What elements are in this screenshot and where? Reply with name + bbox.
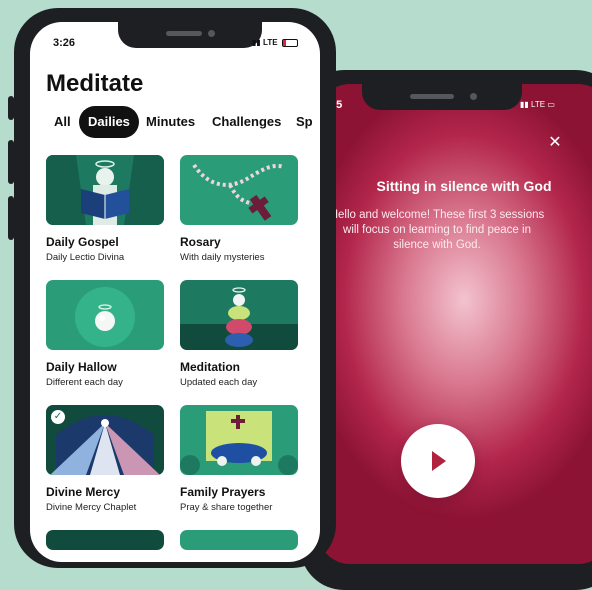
card-title: Divine Mercy xyxy=(46,485,121,499)
mute-switch xyxy=(8,96,14,120)
card-subtitle: Pray & share together xyxy=(180,502,273,513)
signal-icon: ▮▮ xyxy=(252,38,261,47)
card-subtitle: Updated each day xyxy=(180,377,258,388)
tab-all[interactable]: All xyxy=(54,106,71,138)
status-bar-indicators: ▮▮ LTE xyxy=(252,38,298,47)
battery-icon xyxy=(281,38,298,47)
halo-circle-icon xyxy=(46,280,164,350)
card-subtitle: With daily mysteries xyxy=(180,252,265,263)
card-partial[interactable] xyxy=(180,530,298,550)
rosary-icon xyxy=(180,155,298,225)
network-label: LTE xyxy=(531,100,546,109)
tab-sp[interactable]: Sp xyxy=(296,106,313,138)
session-title: Sitting in silence with God xyxy=(376,178,552,194)
card-title: Daily Gospel xyxy=(46,235,119,249)
session-description: Hello and welcome! These first 3 session… xyxy=(329,209,545,251)
stacked-stones-icon xyxy=(180,280,298,350)
tab-challenges[interactable]: Challenges xyxy=(212,106,281,138)
card-subtitle: Different each day xyxy=(46,377,123,388)
card-title: Rosary xyxy=(180,235,221,249)
card-subtitle: Divine Mercy Chaplet xyxy=(46,502,137,513)
status-bar-indicators: ▮▮ LTE ▭ xyxy=(520,100,555,109)
network-label: LTE xyxy=(263,38,278,47)
volume-down-button xyxy=(8,196,14,240)
card-title: Daily Hallow xyxy=(46,360,117,374)
play-button[interactable] xyxy=(401,424,475,498)
speaker-grille xyxy=(410,94,454,99)
card-title: Family Prayers xyxy=(180,485,266,499)
category-tabs: All Dailies Minutes Challenges Sp xyxy=(46,106,320,138)
tab-dailies[interactable]: Dailies xyxy=(79,106,139,138)
volume-up-button xyxy=(8,140,14,184)
completed-check-icon: ✓ xyxy=(51,410,65,424)
card-subtitle: Daily Lectio Divina xyxy=(46,252,125,263)
signal-icon: ▮▮ xyxy=(520,100,529,109)
play-icon xyxy=(432,451,446,471)
family-table-icon xyxy=(180,405,298,475)
speaker-grille xyxy=(166,31,202,36)
status-time: 3:26 xyxy=(53,37,76,49)
camera-dot xyxy=(208,30,215,37)
card-title: Meditation xyxy=(180,360,240,374)
tab-minutes[interactable]: Minutes xyxy=(146,106,195,138)
card-partial[interactable] xyxy=(46,530,164,550)
close-icon[interactable]: ✕ xyxy=(546,132,564,152)
battery-icon: ▭ xyxy=(547,100,555,109)
page-title: Meditate xyxy=(46,70,144,97)
camera-dot xyxy=(470,93,477,100)
open-bible-icon xyxy=(46,155,164,225)
